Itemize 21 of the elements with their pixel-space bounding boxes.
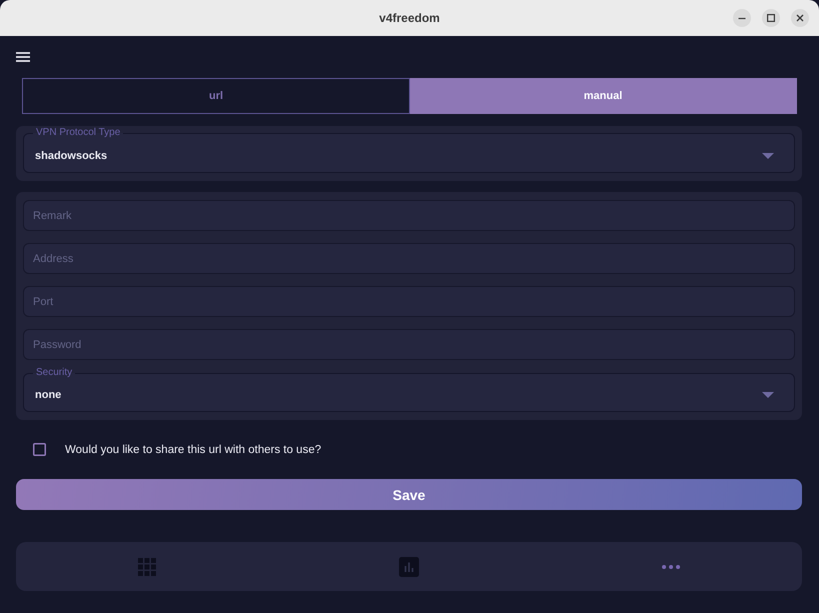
input-field[interactable]: Remark: [23, 200, 795, 231]
field-label: Security: [35, 367, 74, 379]
caret-down-icon: [762, 152, 774, 158]
checkbox[interactable]: [33, 443, 46, 456]
close-icon[interactable]: [791, 9, 809, 27]
tab[interactable]: url: [22, 78, 410, 114]
input-field[interactable]: Port: [23, 286, 795, 317]
input-field[interactable]: Address: [23, 243, 795, 274]
field-label: VPN Protocol Type: [35, 127, 122, 139]
caret-down-icon: [762, 392, 774, 398]
select-field[interactable]: Security none: [23, 367, 795, 412]
tab[interactable]: manual: [410, 78, 797, 114]
minimize-icon[interactable]: [733, 9, 751, 27]
maximize-icon[interactable]: [762, 9, 780, 27]
checkbox-label: Would you like to share this url with others to use?: [65, 444, 322, 456]
more-icon[interactable]: [662, 564, 680, 568]
input-field[interactable]: Password: [23, 329, 795, 360]
save-button[interactable]: Save: [16, 479, 802, 510]
window-title: v4freedom: [379, 11, 440, 25]
select-field[interactable]: VPN Protocol Type shadowsocks: [23, 127, 795, 173]
menu-icon[interactable]: [16, 52, 30, 62]
